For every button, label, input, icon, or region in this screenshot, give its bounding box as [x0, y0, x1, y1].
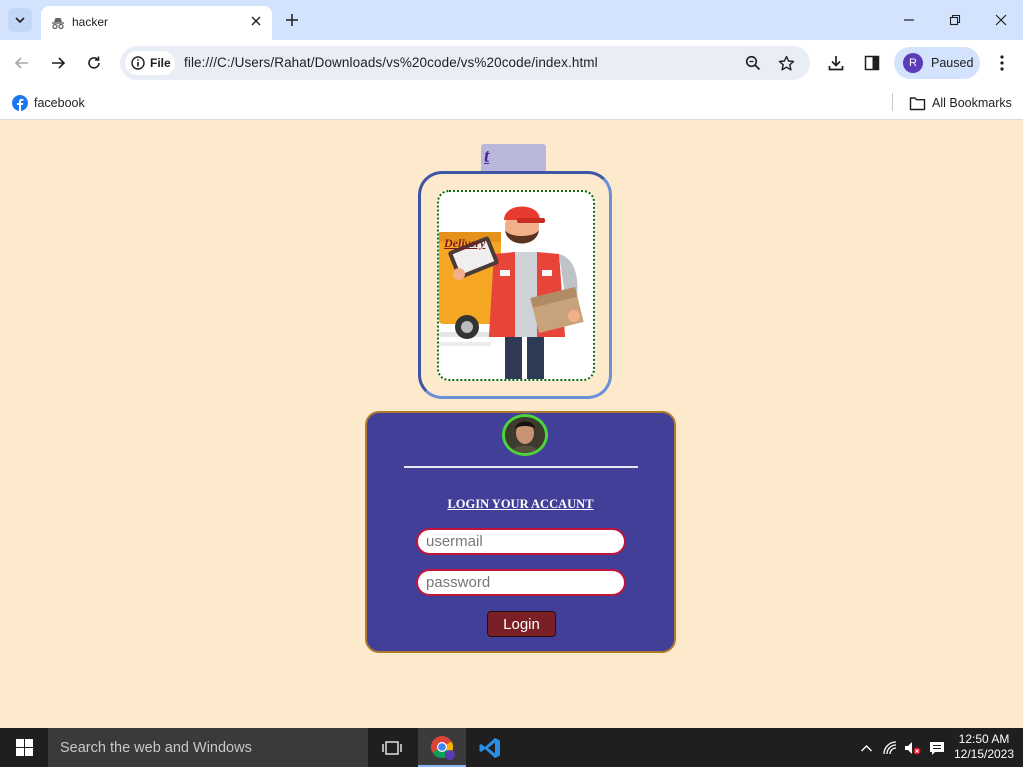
vscode-icon — [479, 737, 500, 758]
user-avatar — [502, 414, 548, 456]
bookmark-facebook[interactable]: facebook — [12, 92, 85, 114]
profile-status: Paused — [931, 56, 974, 70]
address-bar[interactable]: File file:///C:/Users/Rahat/Downloads/vs… — [120, 46, 810, 80]
bookmarks-bar: facebook All Bookmarks — [0, 86, 1023, 120]
chevron-down-icon — [15, 17, 25, 24]
taskbar-search-placeholder: Search the web and Windows — [60, 740, 252, 756]
all-bookmarks-button[interactable]: All Bookmarks — [909, 92, 1012, 114]
clock-time: 12:50 AM — [958, 732, 1010, 746]
volume-button[interactable] — [902, 738, 922, 758]
active-tab[interactable]: hacker — [41, 6, 272, 40]
zoom-button[interactable] — [741, 51, 765, 75]
tab-close-icon[interactable] — [248, 13, 264, 29]
profile-avatar: R — [903, 53, 923, 73]
site-chip-label: File — [150, 56, 171, 70]
login-heading: LOGIN YOUR ACCAUNT — [447, 497, 594, 511]
show-hidden-icons-button[interactable] — [856, 738, 876, 758]
bookmarks-divider — [892, 93, 893, 111]
delivery-image: Delivery — [437, 190, 595, 381]
close-window-button[interactable] — [989, 8, 1013, 32]
chevron-up-icon — [860, 744, 872, 751]
star-icon — [778, 55, 794, 70]
action-center-button[interactable] — [927, 738, 947, 758]
notification-icon — [930, 741, 944, 755]
facebook-icon — [12, 95, 28, 111]
arrow-left-icon — [14, 57, 28, 69]
folder-icon — [909, 96, 926, 110]
bookmark-star-button[interactable] — [774, 51, 798, 75]
magnifier-icon — [745, 55, 761, 71]
reload-button[interactable] — [81, 50, 107, 76]
plus-icon — [286, 14, 298, 26]
task-view-button[interactable] — [368, 728, 416, 767]
clock-date: 12/15/2023 — [953, 747, 1015, 761]
tab-search-button[interactable] — [8, 8, 32, 32]
task-view-icon — [382, 740, 402, 755]
image-frame: Delivery — [418, 171, 612, 399]
speaker-muted-icon — [905, 742, 921, 755]
bookmark-label: facebook — [34, 96, 85, 110]
browser-toolbar: File file:///C:/Users/Rahat/Downloads/vs… — [0, 40, 1023, 86]
usermail-input[interactable] — [416, 528, 626, 555]
page-content: t Delivery LOGIN YOUR ACCAUNT usermail L… — [0, 121, 1023, 728]
taskbar-search[interactable]: Search the web and Windows — [48, 728, 368, 767]
downloads-button[interactable] — [824, 51, 848, 75]
user-photo-icon — [505, 417, 545, 453]
windows-logo-icon — [15, 739, 33, 756]
password-input[interactable] — [416, 569, 626, 596]
chrome-icon — [431, 735, 455, 760]
arrow-right-icon — [52, 57, 66, 69]
top-link[interactable]: t — [484, 146, 489, 168]
close-icon — [995, 14, 1007, 26]
site-info-chip[interactable]: File — [125, 51, 175, 75]
start-button[interactable] — [0, 728, 48, 767]
image-caption: Delivery — [444, 236, 486, 250]
minimize-icon — [904, 19, 914, 21]
info-icon — [131, 56, 145, 70]
reload-icon — [88, 56, 100, 69]
wifi-icon — [883, 741, 897, 755]
more-vert-icon — [1000, 55, 1004, 71]
restore-button[interactable] — [943, 8, 967, 32]
browser-menu-button[interactable] — [990, 51, 1014, 75]
restore-icon — [949, 14, 961, 26]
download-icon — [828, 56, 844, 71]
all-bookmarks-label: All Bookmarks — [932, 96, 1012, 110]
login-card: LOGIN YOUR ACCAUNT Login — [365, 411, 676, 653]
profile-button[interactable]: R Paused — [894, 47, 980, 79]
new-tab-button[interactable] — [282, 10, 302, 30]
windows-taskbar: Search the web and Windows 12:50 AM 12/1… — [0, 728, 1023, 767]
incognito-favicon-icon — [50, 15, 66, 31]
delivery-man-illustration — [439, 206, 584, 379]
card-divider — [404, 466, 638, 468]
url-text[interactable]: file:///C:/Users/Rahat/Downloads/vs%20co… — [184, 55, 598, 70]
taskbar-chrome[interactable] — [418, 728, 466, 767]
taskbar-vscode[interactable] — [466, 728, 514, 767]
tab-strip: hacker — [0, 0, 1023, 40]
top-link-box: t — [481, 144, 546, 172]
back-button[interactable] — [9, 50, 35, 76]
forward-button[interactable] — [45, 50, 71, 76]
tab-title: hacker — [72, 15, 109, 29]
side-panel-icon — [864, 55, 880, 71]
network-button[interactable] — [880, 738, 900, 758]
side-panel-button[interactable] — [860, 51, 884, 75]
minimize-button[interactable] — [897, 8, 921, 32]
taskbar-clock[interactable]: 12:50 AM 12/15/2023 — [952, 732, 1016, 762]
login-button[interactable]: Login — [487, 611, 556, 637]
